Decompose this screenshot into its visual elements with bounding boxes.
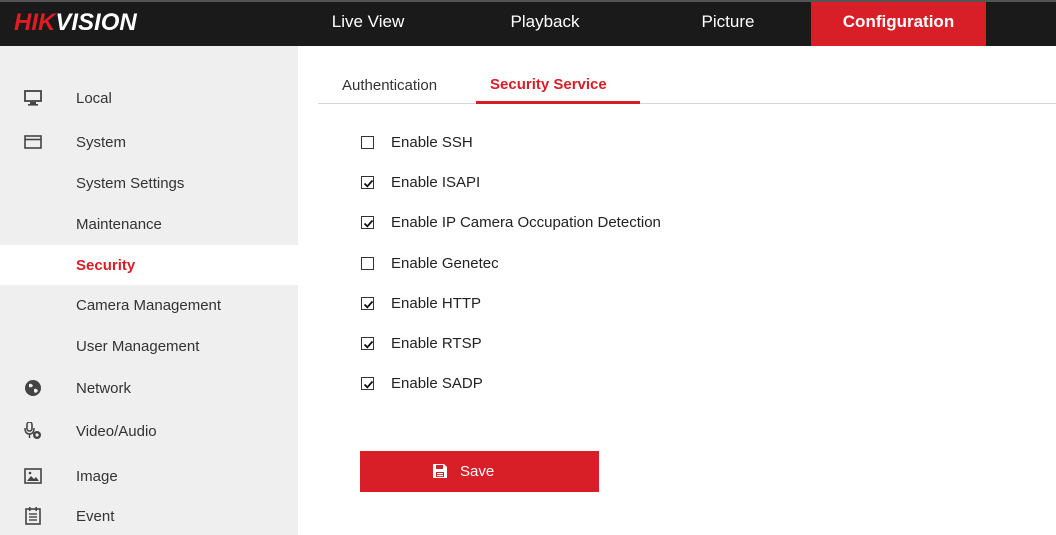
- system-icon: [24, 133, 42, 151]
- enable-http-checkbox[interactable]: [361, 297, 374, 310]
- sidebar-item-event[interactable]: Event: [0, 497, 298, 535]
- globe-icon: [24, 379, 42, 397]
- sidebar-item-label: Network: [76, 380, 132, 397]
- sidebar-item-label: System Settings: [76, 175, 185, 192]
- save-icon: [433, 464, 447, 478]
- sidebar-item-label: Image: [76, 468, 118, 485]
- logo-vision-text: VISION: [55, 9, 137, 36]
- enable-isapi-checkbox[interactable]: [361, 176, 374, 189]
- nav-picture[interactable]: Picture: [678, 2, 778, 46]
- sidebar-item-maintenance[interactable]: Maintenance: [0, 205, 298, 245]
- option-label: Enable SADP: [391, 375, 483, 392]
- sidebar-item-camera-management[interactable]: Camera Management: [0, 286, 298, 326]
- enable-ip-camera-occupation-detection-checkbox[interactable]: [361, 216, 374, 229]
- tab-bar: Authentication Security Service: [318, 46, 1056, 104]
- calendar-icon: [24, 507, 42, 525]
- enable-sadp-checkbox[interactable]: [361, 377, 374, 390]
- sidebar-item-system-settings[interactable]: System Settings: [0, 164, 298, 204]
- nav-playback[interactable]: Playback: [490, 2, 600, 46]
- sidebar-item-label: Event: [76, 508, 115, 525]
- sidebar-item-label: User Management: [76, 338, 200, 355]
- option-label: Enable IP Camera Occupation Detection: [391, 214, 661, 231]
- save-button-label: Save: [460, 463, 495, 480]
- top-navigation-bar: HIKVISION Live View Playback Picture Con…: [0, 0, 1056, 46]
- microphone-icon: [24, 421, 42, 440]
- sidebar-item-video-audio[interactable]: Video/Audio: [0, 411, 298, 451]
- hikvision-logo: HIKVISION: [14, 8, 137, 38]
- sidebar-item-label: Video/Audio: [76, 423, 157, 440]
- sidebar-item-network[interactable]: Network: [0, 368, 298, 408]
- monitor-icon: [24, 89, 42, 107]
- sidebar-item-image[interactable]: Image: [0, 455, 298, 495]
- tab-security-service[interactable]: Security Service: [490, 75, 607, 95]
- option-label: Enable HTTP: [391, 295, 482, 312]
- active-tab-indicator: [476, 101, 640, 104]
- sidebar-item-label: Maintenance: [76, 216, 162, 233]
- nav-live-view[interactable]: Live View: [318, 2, 418, 46]
- sidebar-item-label: Security: [76, 257, 136, 274]
- sidebar-item-label: Local: [76, 90, 112, 107]
- sidebar-item-label: Camera Management: [76, 297, 222, 314]
- option-label: Enable RTSP: [391, 335, 482, 352]
- option-label: Enable SSH: [391, 134, 473, 151]
- sidebar-item-label: System: [76, 134, 127, 151]
- option-label: Enable ISAPI: [391, 174, 481, 191]
- sidebar: Local System System Settings Maintenance…: [0, 46, 298, 535]
- sidebar-item-system[interactable]: System: [0, 122, 298, 162]
- logo-hik-text: HIK: [14, 9, 56, 36]
- sidebar-item-security[interactable]: Security: [0, 245, 298, 285]
- enable-ssh-checkbox[interactable]: [361, 136, 374, 149]
- nav-configuration[interactable]: Configuration: [811, 2, 986, 46]
- enable-rtsp-checkbox[interactable]: [361, 337, 374, 350]
- save-button[interactable]: Save: [360, 451, 599, 492]
- enable-genetec-checkbox[interactable]: [361, 257, 374, 270]
- sidebar-item-user-management[interactable]: User Management: [0, 327, 298, 367]
- option-label: Enable Genetec: [391, 255, 499, 272]
- sidebar-item-local[interactable]: Local: [0, 78, 298, 118]
- image-icon: [24, 467, 42, 485]
- tab-authentication[interactable]: Authentication: [342, 76, 437, 96]
